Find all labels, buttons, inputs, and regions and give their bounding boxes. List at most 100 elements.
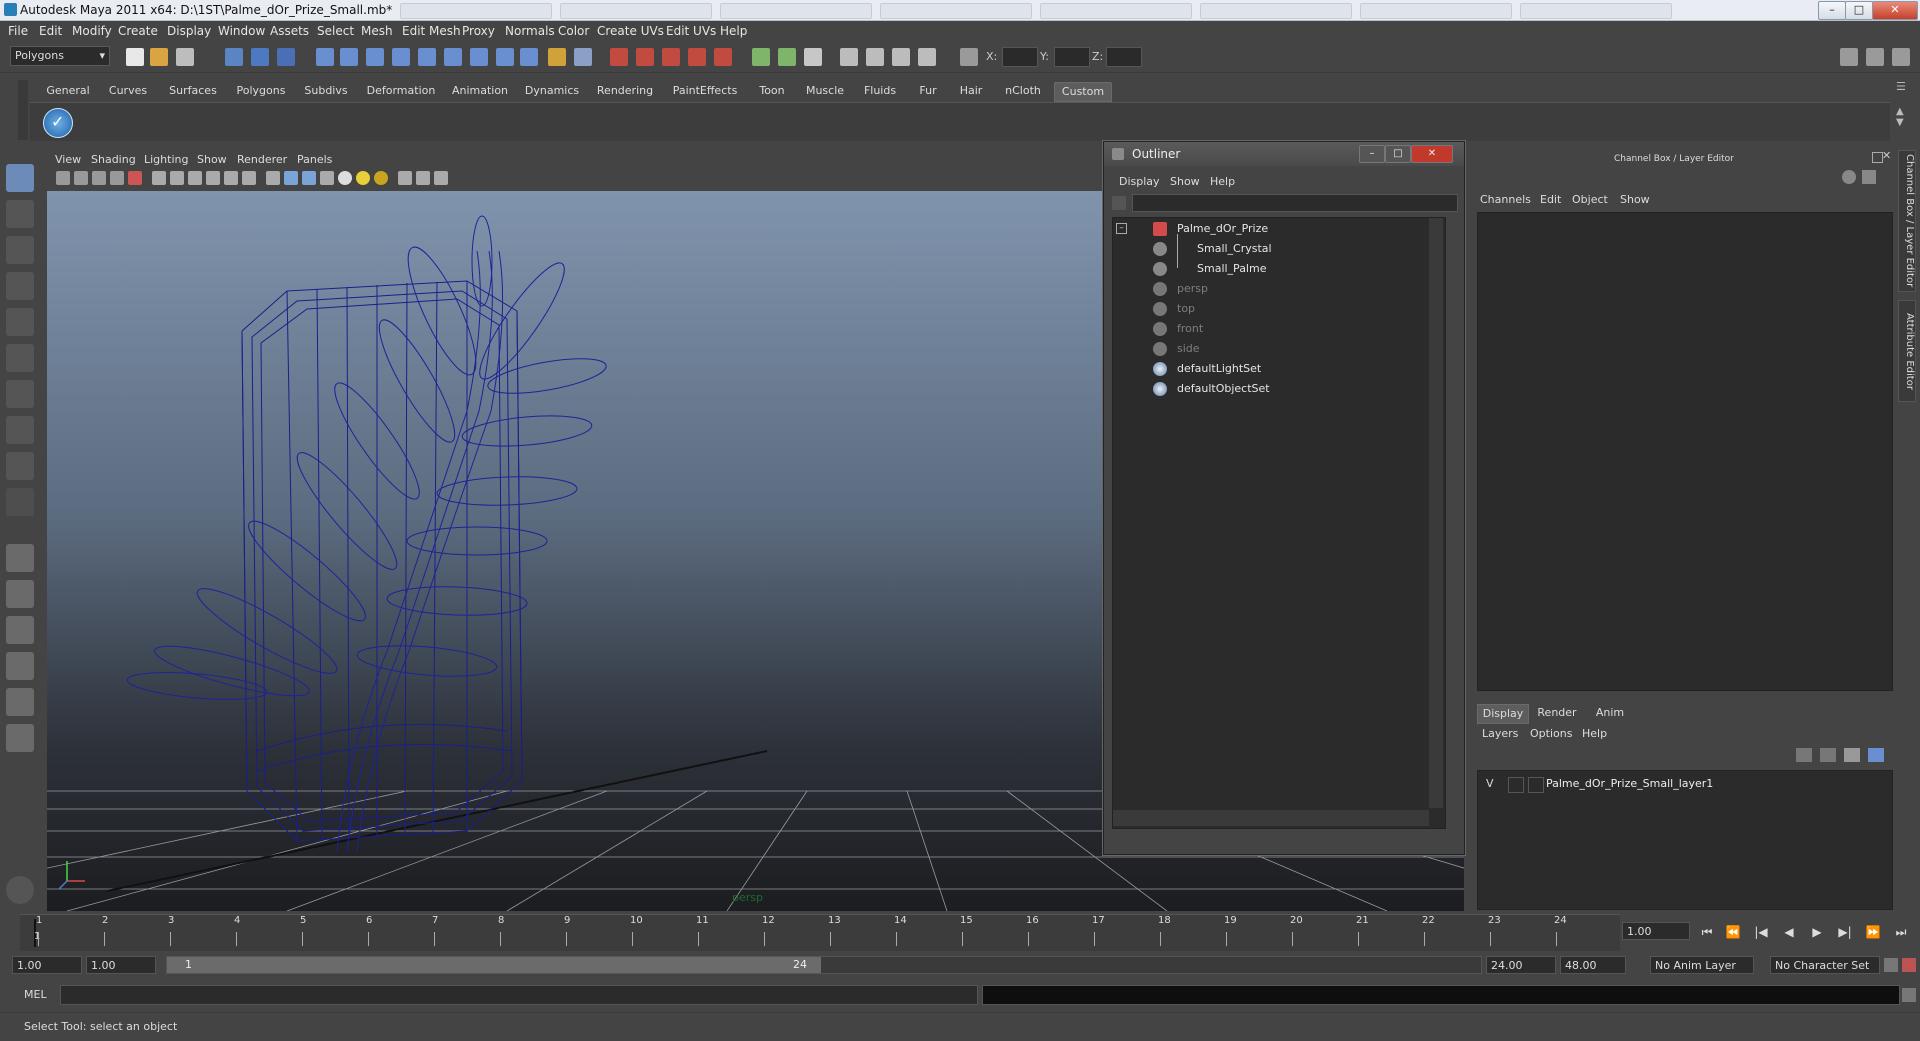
side-tab-attribute-editor[interactable]: Attribute Editor xyxy=(1898,300,1916,402)
make-live-icon[interactable] xyxy=(714,48,732,66)
menu-edit-mesh[interactable]: Edit Mesh xyxy=(402,24,461,38)
y-field[interactable] xyxy=(1054,47,1090,67)
command-language-label[interactable]: MEL xyxy=(24,988,47,1001)
outliner-item[interactable]: Small_Palme xyxy=(1113,260,1433,279)
scale-tool-icon[interactable] xyxy=(6,344,34,372)
channel-menu-object[interactable]: Object xyxy=(1572,193,1608,206)
shelf-tab-curves[interactable]: Curves xyxy=(100,82,156,100)
select-tool-icon[interactable] xyxy=(6,164,34,192)
go-to-start-button[interactable]: ⏮ xyxy=(1698,925,1716,941)
menu-proxy[interactable]: Proxy xyxy=(462,24,495,38)
persp-graph-hypergraph-layout-icon[interactable] xyxy=(6,724,34,752)
channel-menu-edit[interactable]: Edit xyxy=(1540,193,1561,206)
layer-type-toggle[interactable] xyxy=(1508,777,1524,793)
outliner-list[interactable]: – Palme_dOr_Prize Small_Crystal Small_Pa… xyxy=(1112,217,1446,829)
viewport-menu-shading[interactable]: Shading xyxy=(91,153,136,166)
step-forward-frame-button[interactable]: ▶| xyxy=(1836,925,1854,941)
command-input[interactable] xyxy=(60,985,978,1005)
menu-modify[interactable]: Modify xyxy=(72,24,112,38)
channel-menu-channels[interactable]: Channels xyxy=(1480,193,1531,206)
viewport-menu-lighting[interactable]: Lighting xyxy=(144,153,188,166)
shelf-menu-icon[interactable]: ☰ xyxy=(1896,80,1912,96)
lock-icon[interactable] xyxy=(548,48,566,66)
safe-action-icon[interactable] xyxy=(242,171,256,185)
render-settings-icon[interactable] xyxy=(918,48,936,66)
shelf-tab-deformation[interactable]: Deformation xyxy=(362,82,440,100)
outliner-menu-display[interactable]: Display xyxy=(1119,175,1160,188)
step-back-frame-button[interactable]: |◀ xyxy=(1752,925,1770,941)
grid-icon[interactable] xyxy=(152,171,166,185)
question-icon[interactable] xyxy=(520,48,538,66)
outliner-item[interactable]: side xyxy=(1113,340,1433,359)
2d-pan-zoom-icon[interactable] xyxy=(128,171,142,185)
layer-list[interactable]: V Palme_dOr_Prize_Small_layer1 xyxy=(1477,770,1893,910)
character-set-dropdown[interactable]: No Character Set xyxy=(1770,956,1880,974)
outliner-item[interactable]: Small_Crystal xyxy=(1113,234,1433,268)
select-misc-icon[interactable] xyxy=(496,48,514,66)
xray-joints-icon[interactable] xyxy=(434,171,448,185)
menu-create[interactable]: Create xyxy=(118,24,158,38)
layer-tab-anim[interactable]: Anim xyxy=(1590,704,1630,722)
select-joints-icon[interactable] xyxy=(340,48,358,66)
ipr-render-icon[interactable] xyxy=(892,48,910,66)
four-view-layout-icon[interactable] xyxy=(6,580,34,608)
playback-start-field[interactable]: 1.00 xyxy=(86,956,156,974)
maximize-button[interactable]: □ xyxy=(1845,1,1873,20)
shelf-tab-hair[interactable]: Hair xyxy=(950,82,992,100)
new-layer-icon[interactable] xyxy=(1796,748,1812,762)
key-icon[interactable] xyxy=(1884,958,1898,972)
layer-visibility-toggle[interactable]: V xyxy=(1486,777,1494,790)
render-frame-icon[interactable] xyxy=(866,48,884,66)
play-backwards-button[interactable]: ◀ xyxy=(1780,925,1798,941)
film-gate-icon[interactable] xyxy=(170,171,184,185)
shelf-tab-subdivs[interactable]: Subdivs xyxy=(298,82,354,100)
select-by-hierarchy-icon[interactable] xyxy=(225,48,243,66)
isolate-select-icon[interactable] xyxy=(398,171,412,185)
x-field[interactable] xyxy=(1002,47,1038,67)
wireframe-icon[interactable] xyxy=(266,171,280,185)
play-forwards-button[interactable]: ▶ xyxy=(1808,925,1826,941)
move-tool-icon[interactable] xyxy=(6,272,34,300)
viewport-menu-view[interactable]: View xyxy=(55,153,81,166)
channel-box-options-icon[interactable] xyxy=(1842,170,1856,184)
lasso-tool-icon[interactable] xyxy=(6,200,34,228)
animation-start-field[interactable]: 1.00 xyxy=(12,956,82,974)
construction-history-icon[interactable] xyxy=(804,48,822,66)
shelf-tab-fluids[interactable]: Fluids xyxy=(856,82,904,100)
minimize-button[interactable]: – xyxy=(1818,1,1846,20)
outliner-maximize-button[interactable]: □ xyxy=(1385,145,1411,163)
save-scene-icon[interactable] xyxy=(176,48,194,66)
paint-select-tool-icon[interactable] xyxy=(6,236,34,264)
shelf-tab-polygons[interactable]: Polygons xyxy=(230,82,292,100)
layer-remove-icon[interactable] xyxy=(1868,748,1884,762)
rotate-tool-icon[interactable] xyxy=(6,308,34,336)
outliner-minimize-button[interactable]: – xyxy=(1359,145,1385,163)
shelf-tab-fur[interactable]: Fur xyxy=(910,82,946,100)
all-lights-icon[interactable] xyxy=(356,171,370,185)
current-time-field[interactable]: 1.00 xyxy=(1622,922,1690,940)
layer-add-icon[interactable] xyxy=(1844,748,1860,762)
select-by-component-icon[interactable] xyxy=(277,48,295,66)
menu-window[interactable]: Window xyxy=(218,24,265,38)
persp-graph-layout-icon[interactable] xyxy=(6,652,34,680)
highlight-selection-icon[interactable] xyxy=(574,48,592,66)
toggle-channel-box-icon[interactable] xyxy=(1892,48,1910,66)
open-scene-icon[interactable] xyxy=(150,48,168,66)
layer-menu-options[interactable]: Options xyxy=(1530,727,1572,740)
toggle-attribute-editor-icon[interactable] xyxy=(1840,48,1858,66)
wireframe-on-shaded-icon[interactable] xyxy=(302,171,316,185)
viewport-menu-renderer[interactable]: Renderer xyxy=(237,153,287,166)
render-view-icon[interactable] xyxy=(840,48,858,66)
manipulator-tool-icon[interactable] xyxy=(6,380,34,408)
select-dynamics-icon[interactable] xyxy=(444,48,462,66)
animation-preferences-icon[interactable] xyxy=(1902,958,1916,972)
channel-box-edit-icon[interactable] xyxy=(1862,170,1876,184)
menu-normals[interactable]: Normals xyxy=(505,24,555,38)
menu-select[interactable]: Select xyxy=(317,24,354,38)
quick-help-icon[interactable] xyxy=(6,876,34,904)
shelf-drag-handle[interactable] xyxy=(18,80,28,140)
input-ops-icon[interactable] xyxy=(752,48,770,66)
menu-set-dropdown[interactable]: Polygons ▾ xyxy=(10,46,110,66)
go-to-end-button[interactable]: ⏭ xyxy=(1892,925,1910,941)
select-surfaces-icon[interactable] xyxy=(392,48,410,66)
